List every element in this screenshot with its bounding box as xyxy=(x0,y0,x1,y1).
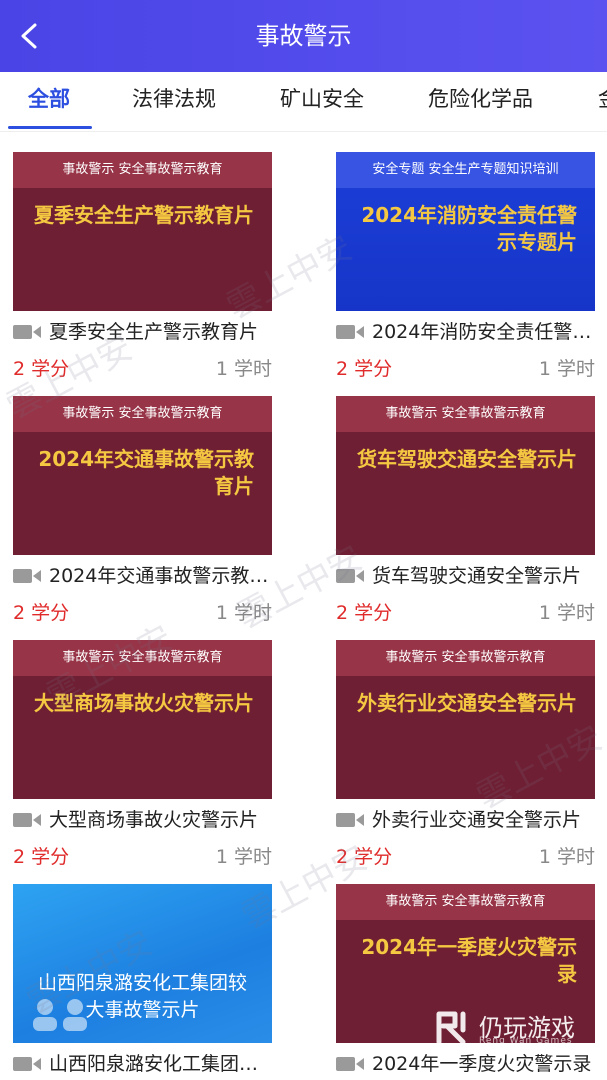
video-camera-icon xyxy=(336,813,364,827)
tab-laws[interactable]: 法律法规 xyxy=(132,72,216,130)
video-camera-icon xyxy=(13,569,41,583)
course-thumbnail: 事故警示 安全事故警示教育 夏季安全生产警示教育片 xyxy=(13,152,272,311)
course-title: 2024年消防安全责任警示专题片 xyxy=(372,321,595,343)
category-tabs: 全部 法律法规 矿山安全 危险化学品 金 xyxy=(0,72,607,132)
course-title: 山西阳泉潞安化工集团较大事故警示片 xyxy=(49,1053,272,1075)
thumbnail-headline: 货车驾驶交通安全警示片 xyxy=(357,447,577,471)
video-camera-icon xyxy=(336,1057,364,1071)
brand-watermark-logo: 仍玩游戏 Reng Wan Games xyxy=(433,1006,593,1050)
course-title: 2024年交通事故警示教育片 xyxy=(49,565,272,587)
thumbnail-headline: 外卖行业交通安全警示片 xyxy=(357,691,577,715)
thumbnail-category-band: 安全专题 安全生产专题知识培训 xyxy=(336,152,595,188)
course-title: 夏季安全生产警示教育片 xyxy=(49,321,259,343)
app-header: 事故警示 xyxy=(0,0,607,72)
course-title: 货车驾驶交通安全警示片 xyxy=(372,565,582,587)
thumbnail-category-band: 事故警示 安全事故警示教育 xyxy=(13,640,272,676)
course-thumbnail: 事故警示 安全事故警示教育 2024年交通事故警示教育片 xyxy=(13,396,272,555)
video-camera-icon xyxy=(13,1057,41,1071)
course-thumbnail: 安全专题 安全生产专题知识培训 2024年消防安全责任警示专题片 xyxy=(336,152,595,311)
video-camera-icon xyxy=(336,569,364,583)
course-card[interactable]: 安全专题 安全生产专题知识培训 2024年消防安全责任警示专题片 2024年消防… xyxy=(336,132,595,380)
course-thumbnail: 事故警示 安全事故警示教育 外卖行业交通安全警示片 xyxy=(336,640,595,799)
thumbnail-category-band: 事故警示 安全事故警示教育 xyxy=(336,396,595,432)
thumbnail-headline: 2024年消防安全责任警示专题片 xyxy=(361,203,577,254)
tab-partial[interactable]: 金 xyxy=(598,72,607,130)
brand-subtitle: Reng Wan Games xyxy=(479,1036,573,1046)
course-thumbnail: 事故警示 安全事故警示教育 大型商场事故火灾警示片 xyxy=(13,640,272,799)
course-card[interactable]: 事故警示 安全事故警示教育 大型商场事故火灾警示片 大型商场事故火灾警示片 2 … xyxy=(13,620,272,868)
course-card[interactable]: 事故警示 安全事故警示教育 外卖行业交通安全警示片 外卖行业交通安全警示片 2 … xyxy=(336,620,595,868)
brand-logo-icon xyxy=(436,1011,466,1045)
course-title: 2024年一季度火灾警示录 xyxy=(372,1053,592,1075)
tab-mine-safety[interactable]: 矿山安全 xyxy=(280,72,364,130)
course-title: 外卖行业交通安全警示片 xyxy=(372,809,582,831)
thumbnail-category-band: 事故警示 安全事故警示教育 xyxy=(336,884,595,920)
course-card[interactable]: 事故警示 安全事故警示教育 2024年交通事故警示教育片 2024年交通事故警示… xyxy=(13,376,272,624)
course-thumbnail: 事故警示 安全事故警示教育 货车驾驶交通安全警示片 xyxy=(336,396,595,555)
course-card[interactable]: 山西阳泉潞安化工集团较大事故警示片 山西阳泉潞安化工集团较大事故警示片 xyxy=(13,864,272,1080)
active-tab-indicator xyxy=(8,126,92,129)
thumbnail-category-band: 事故警示 安全事故警示教育 xyxy=(13,396,272,432)
tab-all[interactable]: 全部 xyxy=(28,72,70,130)
course-thumbnail: 山西阳泉潞安化工集团较大事故警示片 xyxy=(13,884,272,1043)
course-card[interactable]: 事故警示 安全事故警示教育 货车驾驶交通安全警示片 货车驾驶交通安全警示片 2 … xyxy=(336,376,595,624)
thumbnail-headline: 夏季安全生产警示教育片 xyxy=(34,203,254,227)
course-title: 大型商场事故火灾警示片 xyxy=(49,809,259,831)
tab-hazardous-chemicals[interactable]: 危险化学品 xyxy=(428,72,533,130)
video-camera-icon xyxy=(13,325,41,339)
thumbnail-headline: 2024年交通事故警示教育片 xyxy=(38,447,254,498)
video-camera-icon xyxy=(336,325,364,339)
thumbnail-category-band: 事故警示 安全事故警示教育 xyxy=(13,152,272,188)
thumbnail-headline: 大型商场事故火灾警示片 xyxy=(34,691,254,715)
workers-helmet-icon xyxy=(33,999,87,1031)
video-camera-icon xyxy=(13,813,41,827)
thumbnail-category-band: 事故警示 安全事故警示教育 xyxy=(336,640,595,676)
thumbnail-headline: 2024年一季度火灾警示录 xyxy=(361,935,577,986)
page-title: 事故警示 xyxy=(255,22,352,50)
course-card[interactable]: 事故警示 安全事故警示教育 夏季安全生产警示教育片 夏季安全生产警示教育片 2 … xyxy=(13,132,272,380)
